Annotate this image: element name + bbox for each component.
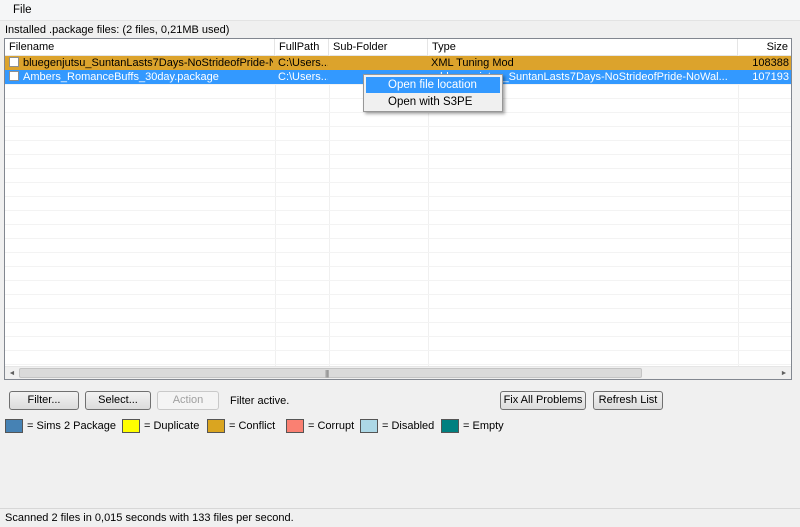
legend-label-empty: = Empty <box>463 420 504 432</box>
status-bar-text: Scanned 2 files in 0,015 seconds with 13… <box>5 512 294 524</box>
cell-fullpath: C:\Users... <box>278 71 328 83</box>
filter-button[interactable]: Filter... <box>9 391 79 410</box>
legend-swatch-duplicate <box>122 419 140 433</box>
action-button[interactable]: Action <box>157 391 219 410</box>
menu-item-open-with-s3pe[interactable]: Open with S3PE <box>366 94 500 110</box>
column-header-size[interactable]: Size <box>738 39 791 55</box>
row-grid-line <box>5 196 791 197</box>
legend-label-disabled: = Disabled <box>382 420 435 432</box>
row-grid-line <box>5 112 791 113</box>
row-checkbox[interactable] <box>9 57 19 67</box>
cell-subfolder <box>330 56 427 70</box>
legend-label-corrupt: = Corrupt <box>308 420 355 432</box>
select-button[interactable]: Select... <box>85 391 151 410</box>
legend-swatch-disabled <box>360 419 378 433</box>
grid-line <box>738 55 739 367</box>
column-header-filename[interactable]: Filename <box>5 39 275 55</box>
scroll-right-arrow-icon[interactable]: ► <box>777 367 791 379</box>
legend-swatch-conflict <box>207 419 225 433</box>
cell-size: 107193 <box>752 71 789 83</box>
menu-file[interactable]: File <box>8 3 37 17</box>
row-grid-line <box>5 182 791 183</box>
legend-label-sims2: = Sims 2 Package <box>27 420 116 432</box>
row-checkbox[interactable] <box>9 71 19 81</box>
filter-status-text: Filter active. <box>230 395 290 407</box>
cell-type: XML Tuning Mod <box>431 57 514 69</box>
row-grid-line <box>5 140 791 141</box>
row-grid-line <box>5 154 791 155</box>
menu-item-open-file-location[interactable]: Open file location <box>366 77 500 93</box>
cell-filename: bluegenjutsu_SuntanLasts7Days-NoStrideof… <box>23 57 273 69</box>
row-grid-line <box>5 294 791 295</box>
table-row[interactable]: bluegenjutsu_SuntanLasts7Days-NoStrideof… <box>5 56 791 70</box>
cell-fullpath: C:\Users... <box>278 57 328 69</box>
row-grid-line <box>5 126 791 127</box>
legend-swatch-empty <box>441 419 459 433</box>
row-grid-line <box>5 210 791 211</box>
legend-swatch-sims2 <box>5 419 23 433</box>
menu-bar: File <box>0 0 800 21</box>
refresh-list-button[interactable]: Refresh List <box>593 391 663 410</box>
row-grid-line <box>5 252 791 253</box>
row-grid-line <box>5 280 791 281</box>
status-bar: Scanned 2 files in 0,015 seconds with 13… <box>0 508 800 527</box>
fix-all-problems-button[interactable]: Fix All Problems <box>500 391 586 410</box>
legend-label-duplicate: = Duplicate <box>144 420 200 432</box>
scrollbar-grip-icon: ||| <box>325 369 329 378</box>
legend-label-conflict: = Conflict <box>229 420 276 432</box>
legend-swatch-corrupt <box>286 419 304 433</box>
column-header-subfolder[interactable]: Sub-Folder <box>329 39 428 55</box>
row-grid-line <box>5 364 791 365</box>
scrollbar-thumb[interactable]: ||| <box>19 368 642 378</box>
row-grid-line <box>5 224 791 225</box>
column-header-type[interactable]: Type <box>428 39 738 55</box>
list-header: Filename FullPath Sub-Folder Type Size <box>5 39 791 56</box>
cell-size: 108388 <box>752 57 789 69</box>
grid-line <box>329 55 330 367</box>
column-header-fullpath[interactable]: FullPath <box>275 39 329 55</box>
row-grid-line <box>5 336 791 337</box>
row-grid-line <box>5 350 791 351</box>
installed-files-label: Installed .package files: (2 files, 0,21… <box>5 24 230 36</box>
cell-filename: Ambers_RomanceBuffs_30day.package <box>23 71 219 83</box>
horizontal-scrollbar[interactable]: ◄ ||| ► <box>5 366 791 379</box>
grid-line <box>275 55 276 367</box>
row-grid-line <box>5 266 791 267</box>
context-menu: Open file location Open with S3PE <box>363 74 503 112</box>
row-grid-line <box>5 308 791 309</box>
row-grid-line <box>5 168 791 169</box>
row-grid-line <box>5 238 791 239</box>
scroll-left-arrow-icon[interactable]: ◄ <box>5 367 19 379</box>
row-grid-line <box>5 322 791 323</box>
